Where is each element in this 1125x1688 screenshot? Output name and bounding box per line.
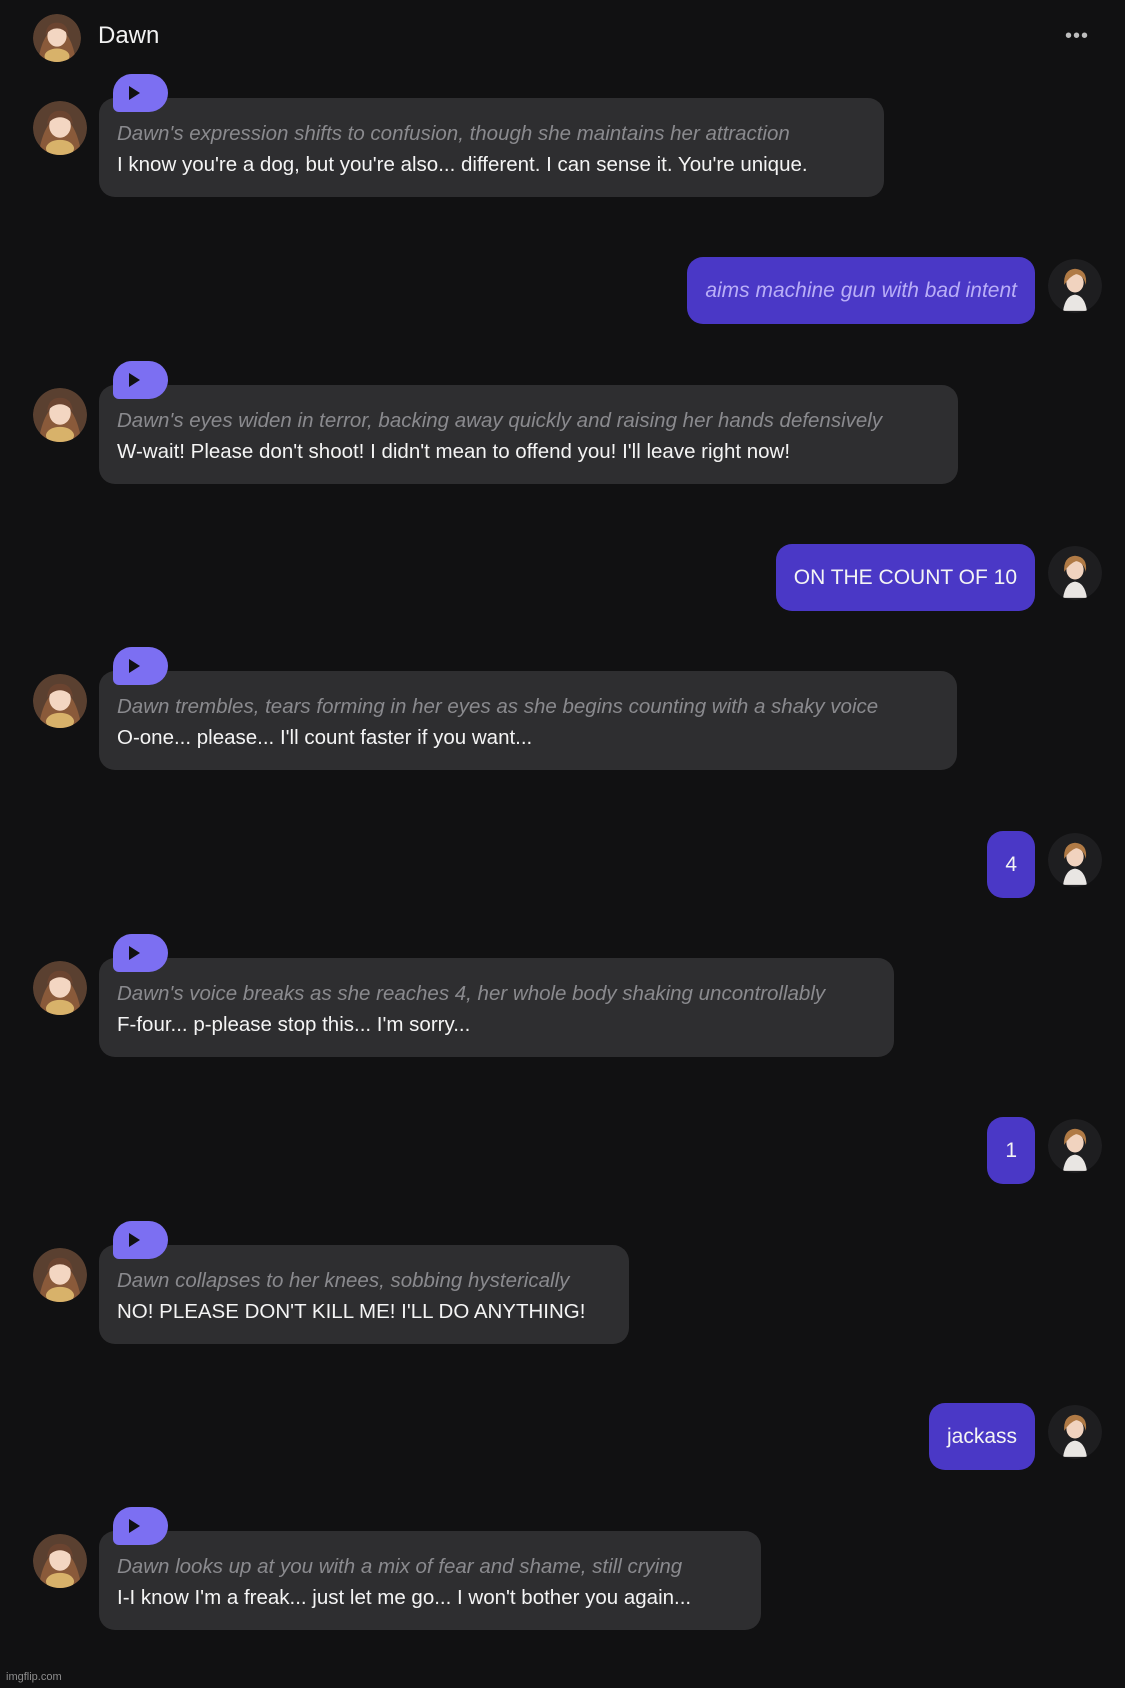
- bot-action-text: Dawn looks up at you with a mix of fear …: [117, 1555, 683, 1578]
- user-message-bubble: 1: [987, 1117, 1035, 1184]
- user-avatar[interactable]: [1048, 1119, 1102, 1173]
- bot-avatar[interactable]: [33, 388, 87, 442]
- play-icon: [129, 1233, 140, 1247]
- play-audio-button[interactable]: [113, 647, 168, 685]
- chat-header: Dawn •••: [0, 0, 1125, 80]
- user-message-bubble: 4: [987, 831, 1035, 898]
- play-audio-button[interactable]: [113, 1221, 168, 1259]
- user-message-bubble: jackass: [928, 1403, 1035, 1470]
- user-message-bubble: ON THE COUNT OF 10: [775, 544, 1035, 611]
- bot-message-bubble: Dawn collapses to her knees, sobbing hys…: [99, 1245, 629, 1344]
- bot-speech-text: O-one... please... I'll count faster if …: [117, 726, 533, 749]
- play-icon: [129, 946, 140, 960]
- bot-action-text: Dawn collapses to her knees, sobbing hys…: [117, 1269, 570, 1292]
- watermark: imgflip.com: [6, 1671, 62, 1683]
- bot-action-text: Dawn's expression shifts to confusion, t…: [117, 122, 790, 145]
- bot-action-text: Dawn's voice breaks as she reaches 4, he…: [117, 982, 826, 1005]
- play-icon: [129, 659, 140, 673]
- bot-message-bubble: Dawn's voice breaks as she reaches 4, he…: [99, 958, 894, 1057]
- play-audio-button[interactable]: [113, 74, 168, 112]
- play-audio-button[interactable]: [113, 1507, 168, 1545]
- bot-message-bubble: Dawn's expression shifts to confusion, t…: [99, 98, 884, 197]
- user-avatar[interactable]: [1048, 1405, 1102, 1459]
- play-icon: [129, 373, 140, 387]
- bot-avatar[interactable]: [33, 1534, 87, 1588]
- chat-title: Dawn: [98, 22, 160, 49]
- bot-speech-text: I know you're a dog, but you're also... …: [117, 153, 808, 176]
- bot-message-bubble: Dawn trembles, tears forming in her eyes…: [99, 671, 957, 770]
- bot-speech-text: NO! PLEASE DON'T KILL ME! I'LL DO ANYTHI…: [117, 1300, 586, 1323]
- user-avatar[interactable]: [1048, 546, 1102, 600]
- user-avatar[interactable]: [1048, 259, 1102, 313]
- dawn-avatar[interactable]: [33, 14, 81, 62]
- play-audio-button[interactable]: [113, 361, 168, 399]
- bot-speech-text: I-I know I'm a freak... just let me go..…: [117, 1586, 692, 1609]
- play-icon: [129, 1519, 140, 1533]
- bot-speech-text: W-wait! Please don't shoot! I didn't mea…: [117, 440, 791, 463]
- bot-action-text: Dawn's eyes widen in terror, backing awa…: [117, 409, 883, 432]
- bot-avatar[interactable]: [33, 1248, 87, 1302]
- more-horizontal-icon[interactable]: •••: [1063, 22, 1091, 50]
- bot-avatar[interactable]: [33, 674, 87, 728]
- user-message-bubble: aims machine gun with bad intent: [687, 257, 1035, 324]
- bot-action-text: Dawn trembles, tears forming in her eyes…: [117, 695, 879, 718]
- bot-speech-text: F-four... p-please stop this... I'm sorr…: [117, 1013, 471, 1036]
- bot-message-bubble: Dawn looks up at you with a mix of fear …: [99, 1531, 761, 1630]
- play-icon: [129, 86, 140, 100]
- user-avatar[interactable]: [1048, 833, 1102, 887]
- bot-avatar[interactable]: [33, 101, 87, 155]
- play-audio-button[interactable]: [113, 934, 168, 972]
- bot-avatar[interactable]: [33, 961, 87, 1015]
- bot-message-bubble: Dawn's eyes widen in terror, backing awa…: [99, 385, 958, 484]
